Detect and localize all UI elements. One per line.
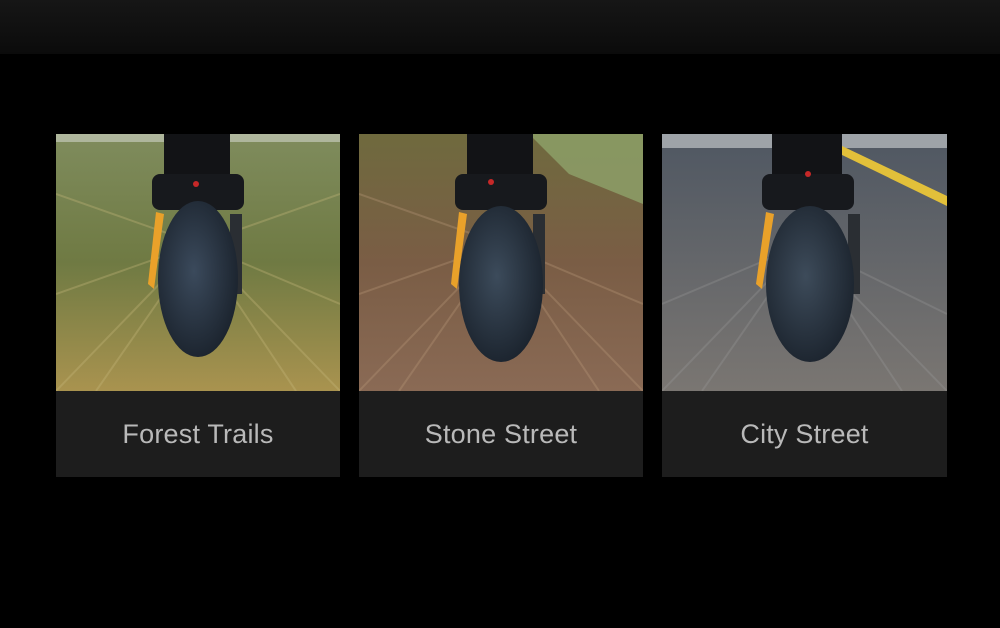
terrain-card-stone-street[interactable]: Stone Street [359, 134, 643, 477]
card-label: Forest Trails [122, 418, 274, 449]
card-label: City Street [740, 418, 869, 449]
forest-trails-photo [56, 134, 340, 391]
top-bar [0, 0, 1000, 54]
stone-street-photo [359, 134, 643, 391]
terrain-card-forest-trails[interactable]: Forest Trails [56, 134, 340, 477]
city-street-photo [662, 134, 947, 391]
terrain-card-city-street[interactable]: City Street [662, 134, 947, 477]
card-label: Stone Street [424, 418, 578, 449]
